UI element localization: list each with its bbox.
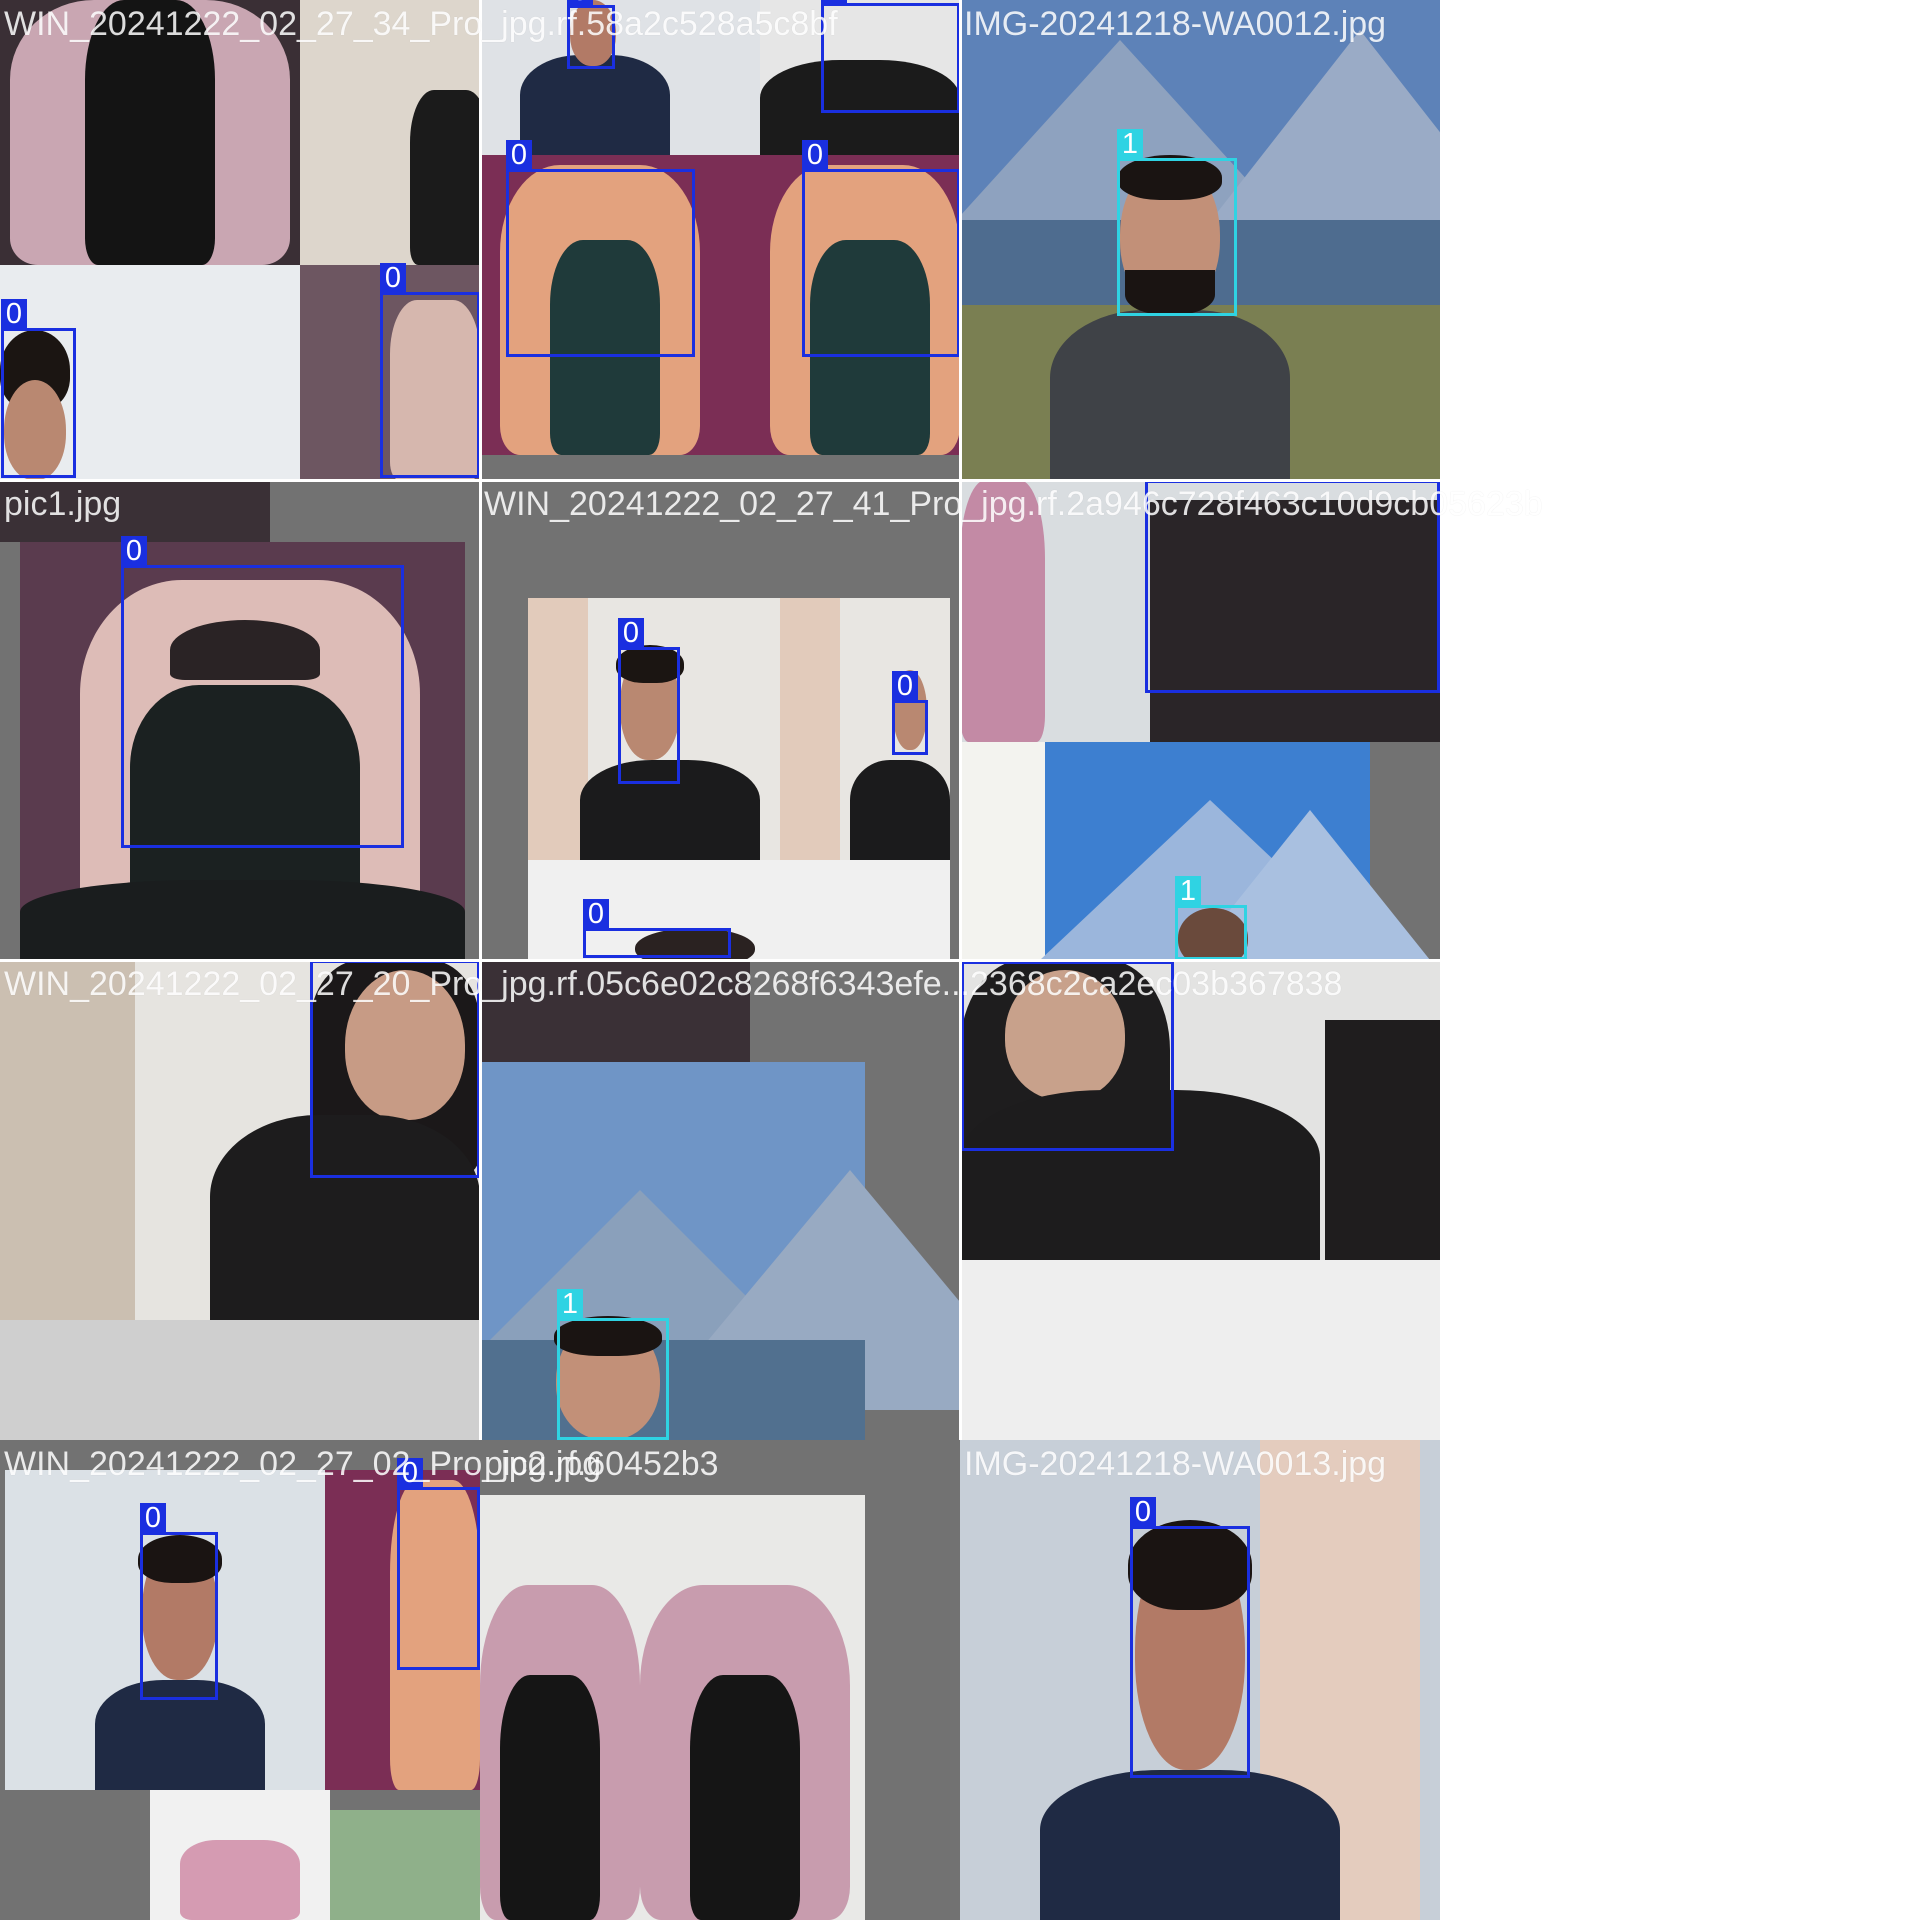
image-filename: pic1.jpg	[4, 485, 122, 523]
black-niqab	[690, 1675, 800, 1920]
training-batch-mosaic: 0 0 0 0 0 0 1	[0, 0, 1543, 1920]
bbox-label: 0	[380, 263, 406, 294]
mosaic-tile-7: 0	[0, 960, 480, 1440]
mosaic-tile-11	[480, 1440, 960, 1920]
mosaic-tile-3: 1	[960, 0, 1440, 480]
image-filename: WIN_20241222_02_27_20_Pro_jpg.rf.05c6e02…	[4, 965, 1343, 1003]
bbox-label: 1	[1175, 876, 1201, 907]
black-niqab	[500, 1675, 600, 1920]
bbox-class0: 0	[397, 1458, 480, 1670]
bbox-class0: 0	[892, 671, 928, 755]
bbox-label: 0	[1, 299, 27, 330]
navy-shirt	[520, 55, 670, 155]
bbox-label: 0	[506, 140, 532, 171]
curtain	[780, 598, 840, 860]
bbox-label: 0	[140, 1503, 166, 1534]
pink-hijab	[180, 1840, 300, 1920]
black-sleeve	[20, 880, 465, 960]
mosaic-tile-6: 0 1	[960, 480, 1440, 960]
bbox-label: 1	[557, 1289, 583, 1320]
dark-shoulder	[410, 90, 480, 265]
ceiling-tiles	[0, 1320, 480, 1440]
image-filename: WIN_20241222_02_27_34_Pro_jpg.rf.58a2c52…	[4, 5, 838, 43]
mosaic-tile-4: 0	[0, 480, 480, 960]
bbox-label: 0	[1130, 1497, 1156, 1528]
black-shirt	[850, 760, 950, 860]
bbox-class1: 1	[557, 1289, 669, 1440]
curtain	[0, 960, 135, 1320]
bbox-class0: 0	[1, 299, 76, 478]
image-filename: pic2.jpg	[484, 1445, 602, 1483]
tile-divider	[479, 0, 482, 1440]
bbox-class0: 0	[140, 1503, 218, 1700]
padding	[0, 1790, 150, 1920]
tile-divider	[0, 959, 1440, 962]
bbox-label: 0	[802, 140, 828, 171]
valley	[480, 1340, 865, 1440]
bbox-class1: 1	[1175, 876, 1247, 960]
bbox-label: 1	[1117, 129, 1143, 160]
bbox-class0: 0	[1130, 1497, 1250, 1778]
gray-sweater	[1050, 310, 1290, 480]
ceiling-tiles	[960, 1260, 1440, 1440]
navy-shirt	[1040, 1770, 1340, 1920]
mosaic-tile-12: 0	[960, 1440, 1440, 1920]
mosaic-tile-8: 1	[480, 960, 960, 1440]
bbox-label: 0	[892, 671, 918, 702]
image-filename: IMG-20241218-WA0013.jpg	[964, 1445, 1387, 1483]
image-filename: WIN_20241222_02_27_02_Pro_jpg.rf.60452b3	[4, 1445, 719, 1483]
mosaic-tile-9: 0	[960, 960, 1440, 1440]
bbox-class0: 0	[121, 536, 404, 848]
image-filename: IMG-20241218-WA0012.jpg	[964, 5, 1387, 43]
bbox-class0: 0	[821, 0, 960, 113]
tile-divider	[959, 0, 962, 1440]
mosaic-tile-1: 0 0	[0, 0, 480, 480]
bbox-label: 0	[121, 536, 147, 567]
mosaic-tile-5: 0 0 0	[480, 480, 960, 960]
dark-shoulder	[1325, 1020, 1440, 1260]
bbox-label: 0	[618, 618, 644, 649]
tile-divider	[0, 479, 1440, 482]
curtain	[528, 598, 588, 860]
bbox-label: 0	[821, 0, 847, 5]
bbox-class0: 0	[802, 140, 960, 357]
mosaic-tile-10: 0 0	[0, 1440, 480, 1920]
bbox-class0: 0	[618, 618, 680, 784]
wall	[960, 742, 1045, 960]
mosaic-tile-2: 0 0 0 0	[480, 0, 960, 480]
bbox-label: 0	[583, 899, 609, 930]
landscape-photo	[330, 1810, 480, 1920]
bbox-class1: 1	[1117, 129, 1237, 316]
padding	[480, 455, 960, 480]
bbox-class0: 0	[583, 899, 731, 958]
image-filename: WIN_20241222_02_27_41_Pro_jpg.rf.2a946c7…	[484, 485, 1543, 523]
bbox-class0: 0	[380, 263, 480, 478]
bbox-class0: 0	[506, 140, 695, 357]
